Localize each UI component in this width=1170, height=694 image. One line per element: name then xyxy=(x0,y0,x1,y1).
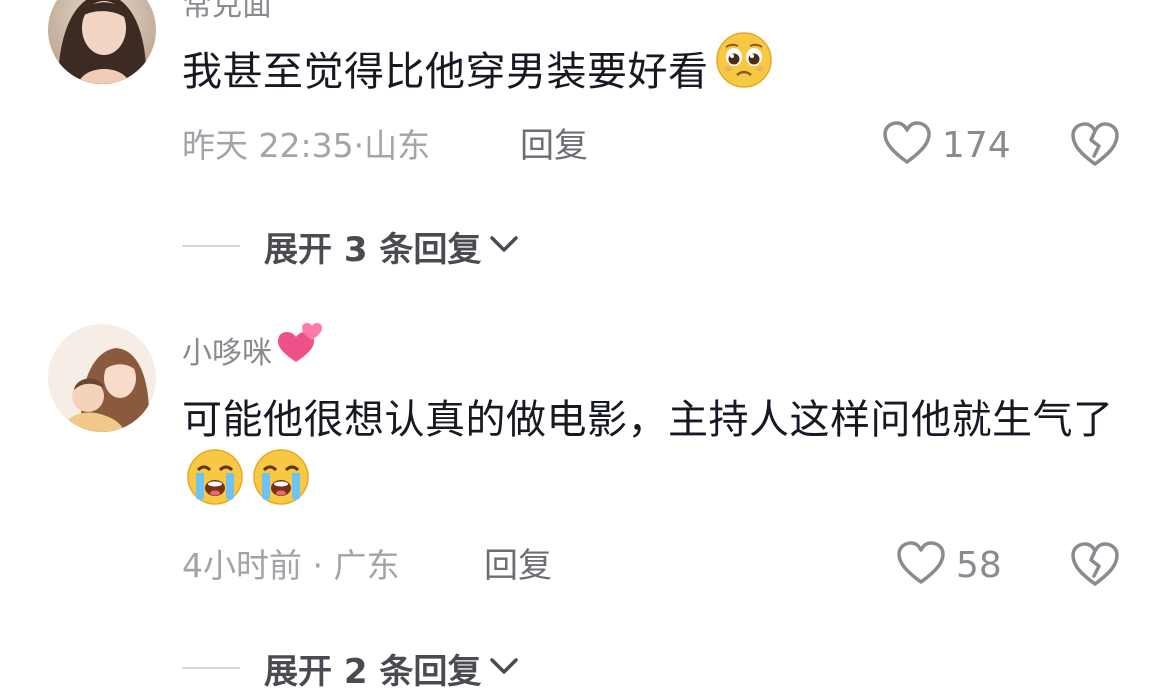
dislike-button[interactable] xyxy=(1070,120,1120,170)
divider xyxy=(182,667,240,669)
heart-outline-icon xyxy=(882,120,932,170)
dislike-button[interactable] xyxy=(1070,540,1120,590)
expand-replies-label: 展开 2 条回复 xyxy=(264,651,482,692)
heart-outline-icon xyxy=(896,540,946,590)
comment-meta: 昨天 22:35·山东 xyxy=(182,126,431,165)
pleading-face-icon xyxy=(715,31,773,110)
comment-meta: 4小时前 · 广东 xyxy=(182,546,400,585)
divider xyxy=(182,245,240,247)
username[interactable]: 常克面 xyxy=(182,0,272,26)
expand-replies-label: 展开 3 条回复 xyxy=(264,229,482,270)
timestamp: 4小时前 xyxy=(182,546,302,585)
username[interactable]: 小哆咪 xyxy=(182,323,324,379)
timestamp: 昨天 22:35 xyxy=(182,126,354,165)
comment-text: 可能他很想认真的做电影，主持人这样问他就生气了 xyxy=(182,386,1122,527)
avatar[interactable] xyxy=(48,324,156,432)
reply-button[interactable]: 回复 xyxy=(520,124,588,168)
broken-heart-icon xyxy=(1070,542,1120,592)
expand-replies-button[interactable]: 展开 2 条回复 xyxy=(182,646,519,692)
two-hearts-icon xyxy=(276,320,324,379)
location: 山东 xyxy=(364,126,431,165)
like-button[interactable]: 174 xyxy=(882,120,1011,170)
loudly-crying-face-icon xyxy=(252,448,310,527)
reply-button[interactable]: 回复 xyxy=(484,544,552,588)
chevron-down-icon xyxy=(489,234,519,258)
broken-heart-icon xyxy=(1070,122,1120,172)
comment-text: 我甚至觉得比他穿男装要好看 xyxy=(182,31,1122,110)
loudly-crying-face-icon xyxy=(186,448,244,527)
like-button[interactable]: 58 xyxy=(896,540,1002,590)
expand-replies-button[interactable]: 展开 3 条回复 xyxy=(182,224,519,270)
like-count: 58 xyxy=(956,544,1002,586)
avatar[interactable] xyxy=(48,0,156,84)
location: 广东 xyxy=(333,546,400,585)
like-count: 174 xyxy=(942,124,1011,166)
chevron-down-icon xyxy=(489,656,519,680)
